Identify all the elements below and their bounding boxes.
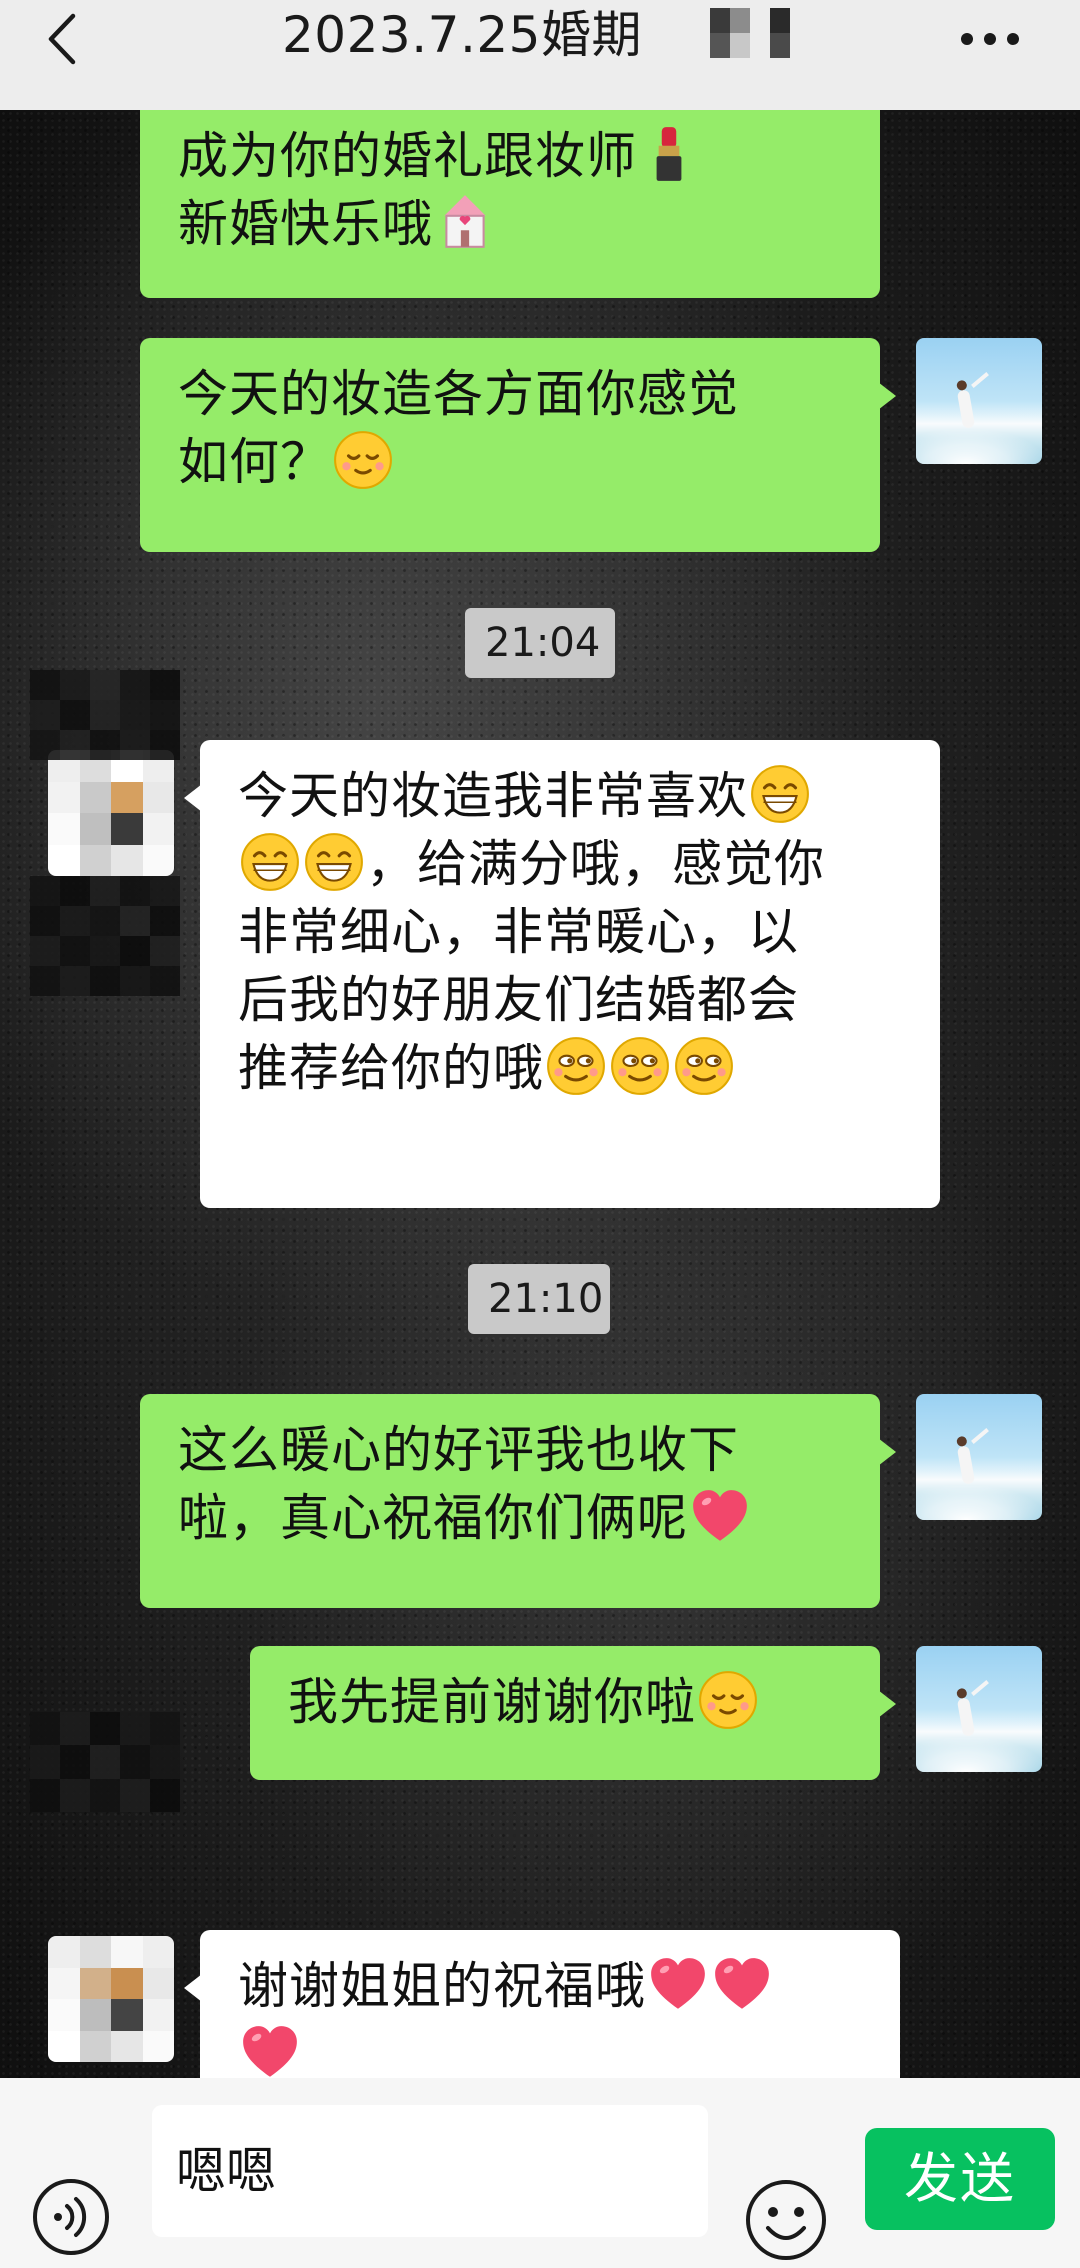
back-button[interactable]	[40, 12, 84, 66]
message-bubble-mine[interactable]: 成为你的婚礼跟妆师 新婚快乐哦	[140, 110, 880, 298]
chat-area[interactable]: 成为你的婚礼跟妆师 新婚快乐哦 今天的妆造各方面你感觉 如何？ 21:04 今天…	[0, 110, 1080, 2078]
message-line: 新婚快乐哦	[178, 190, 842, 258]
message-line	[238, 2020, 862, 2078]
heart-emoji	[243, 2026, 297, 2077]
ellipsis-icon	[961, 33, 1019, 45]
timestamp: 21:10	[468, 1264, 610, 1334]
grin-emoji	[241, 833, 299, 891]
grin-emoji	[305, 833, 363, 891]
censor-mosaic	[30, 670, 180, 760]
message-line: 如何？	[178, 428, 842, 496]
lipstick-icon	[656, 127, 682, 181]
message-bubble-mine[interactable]: 今天的妆造各方面你感觉 如何？	[140, 338, 896, 552]
message-bubble-mine[interactable]: 这么暖心的好评我也收下 啦，真心祝福你们俩呢	[140, 1394, 896, 1608]
message-line: 我先提前谢谢你啦	[288, 1668, 842, 1736]
grin-emoji	[751, 765, 809, 823]
my-avatar[interactable]	[916, 1646, 1042, 1772]
message-line: 非常细心，非常暖心，以	[238, 903, 799, 961]
emoji-button[interactable]	[744, 2178, 828, 2262]
shy-smile-emoji	[334, 431, 392, 489]
message-input[interactable]: 嗯嗯	[152, 2105, 708, 2237]
my-avatar[interactable]	[916, 338, 1042, 464]
message-line: 这么暖心的好评我也收下	[178, 1421, 739, 1479]
smirk-emoji	[611, 1037, 669, 1095]
message-line: 后我的好朋友们结婚都会	[238, 971, 799, 1029]
chevron-left-icon	[48, 13, 76, 65]
message-bubble-theirs[interactable]: 今天的妆造我非常喜欢 ，给满分哦，感觉你 非常细心，非常暖心，以 后我的好朋友们…	[184, 740, 940, 1208]
censor-mosaic	[30, 1712, 180, 1812]
chat-title: 2023.7.25婚期	[282, 6, 642, 64]
smirk-emoji	[547, 1037, 605, 1095]
message-line: 啦，真心祝福你们俩呢	[178, 1484, 842, 1552]
message-line: 推荐给你的哦	[238, 1034, 902, 1102]
title-mosaic	[690, 8, 790, 58]
heart-emoji	[651, 1958, 705, 2009]
smirk-emoji	[675, 1037, 733, 1095]
message-line: 今天的妆造我非常喜欢	[238, 762, 902, 830]
wedding-chapel-icon	[444, 195, 486, 248]
more-button[interactable]	[955, 14, 1025, 64]
message-line: 成为你的婚礼跟妆师	[178, 122, 842, 190]
censor-mosaic	[30, 876, 180, 996]
send-button[interactable]: 发送	[865, 2128, 1055, 2230]
heart-emoji	[715, 1958, 769, 2009]
my-avatar[interactable]	[916, 1394, 1042, 1520]
input-bar: 嗯嗯 发送	[0, 2078, 1080, 2268]
contact-avatar[interactable]	[48, 750, 174, 876]
message-line: 今天的妆造各方面你感觉	[178, 365, 739, 423]
timestamp: 21:04	[465, 608, 615, 678]
message-line: ，给满分哦，感觉你	[238, 830, 902, 898]
shy-smile-emoji	[699, 1671, 757, 1729]
voice-icon	[33, 2179, 109, 2255]
message-line: 谢谢姐姐的祝福哦	[238, 1952, 862, 2020]
voice-button[interactable]	[32, 2178, 110, 2256]
chat-header: 2023.7.25婚期	[0, 0, 1080, 110]
contact-avatar[interactable]	[48, 1936, 174, 2062]
message-bubble-mine[interactable]: 我先提前谢谢你啦	[250, 1646, 896, 1780]
emoji-icon	[746, 2180, 826, 2260]
heart-emoji	[693, 1490, 747, 1541]
message-bubble-theirs[interactable]: 谢谢姐姐的祝福哦	[184, 1930, 900, 2078]
